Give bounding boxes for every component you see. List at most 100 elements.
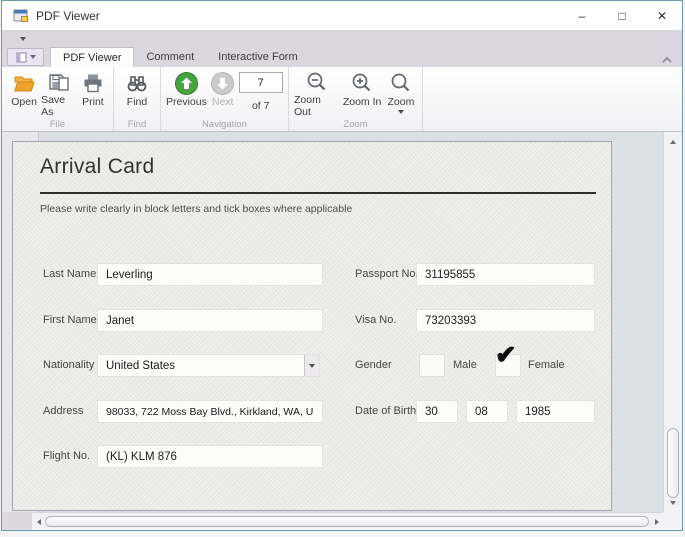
pdf-page: Arrival Card Please write clearly in blo… <box>12 141 612 511</box>
last-name-label: Last Name <box>43 264 96 285</box>
print-label: Print <box>82 96 104 108</box>
scroll-right-button[interactable] <box>650 514 663 530</box>
nationality-label: Nationality <box>43 355 94 376</box>
quick-access-toolbar <box>2 30 682 47</box>
ribbon-group-file: Open Save As <box>2 67 114 131</box>
visa-no-label: Visa No. <box>355 310 396 331</box>
tab-comment[interactable]: Comment <box>134 47 206 67</box>
page-navigation-editor: of 7 <box>237 70 284 112</box>
file-group-label: File <box>2 119 113 130</box>
flight-no-label: Flight No. <box>43 446 90 467</box>
horizontal-scrollbar-thumb[interactable] <box>45 516 649 527</box>
scroll-down-button[interactable] <box>664 495 682 510</box>
save-as-button[interactable]: Save As <box>41 70 76 117</box>
save-as-label: Save As <box>41 94 76 118</box>
page-number-input[interactable] <box>239 72 283 93</box>
zoom-group-label: Zoom <box>289 119 422 130</box>
binoculars-icon <box>124 70 150 96</box>
address-label: Address <box>43 401 83 422</box>
gender-male-label: Male <box>453 355 477 376</box>
open-button[interactable]: Open <box>9 70 39 117</box>
maximize-button[interactable]: □ <box>602 1 642 30</box>
page-count-label: of 7 <box>252 100 270 112</box>
zoom-out-icon <box>304 70 330 94</box>
chevron-up-icon <box>661 55 673 65</box>
zoom-out-button[interactable]: Zoom Out <box>294 70 339 117</box>
first-name-field[interactable] <box>98 310 322 331</box>
chevron-down-icon <box>20 37 26 41</box>
previous-button[interactable]: Previous <box>166 70 207 117</box>
horizontal-scrollbar[interactable] <box>32 512 663 530</box>
minimize-button[interactable]: – <box>562 1 602 30</box>
last-name-field[interactable] <box>98 264 322 285</box>
find-button[interactable]: Find <box>119 70 155 117</box>
chevron-down-icon <box>309 364 315 368</box>
find-group-label: Find <box>114 119 160 130</box>
nationality-dropdown-button[interactable] <box>304 355 319 376</box>
gender-female-label: Female <box>528 355 565 376</box>
passport-no-field[interactable] <box>417 264 594 285</box>
zoom-out-label: Zoom Out <box>294 94 339 118</box>
zoom-in-label: Zoom In <box>343 96 382 108</box>
arrow-down-circle-icon <box>210 70 236 96</box>
folder-open-icon <box>11 70 37 96</box>
print-button[interactable]: Print <box>78 70 108 117</box>
ribbon-group-navigation: Previous Next of 7 Navigation <box>161 67 289 131</box>
window-controls: – □ ✕ <box>562 1 682 30</box>
close-button[interactable]: ✕ <box>642 1 682 30</box>
qat-customize-button[interactable] <box>16 33 30 44</box>
gender-label: Gender <box>355 355 392 376</box>
ribbon-group-find: Find Find <box>114 67 161 131</box>
dob-month-field[interactable] <box>467 401 507 422</box>
scrollbar-corner-right <box>663 512 682 530</box>
previous-label: Previous <box>166 96 207 108</box>
checkmark-icon: ✔ <box>495 340 516 370</box>
dob-day-field[interactable] <box>417 401 457 422</box>
visa-no-field[interactable] <box>417 310 594 331</box>
chevron-down-icon <box>398 110 404 114</box>
nationality-combobox[interactable]: United States <box>98 355 319 376</box>
zoom-label: Zoom <box>388 96 415 108</box>
scroll-up-button[interactable] <box>664 134 682 149</box>
vertical-scrollbar[interactable] <box>663 132 682 512</box>
layout-icon <box>16 52 27 63</box>
date-of-birth-label: Date of Birth <box>355 401 416 422</box>
ribbon-toolbar: Open Save As <box>2 67 682 132</box>
next-button[interactable]: Next <box>209 70 237 117</box>
address-field[interactable] <box>98 401 322 422</box>
magnifier-icon <box>388 70 414 96</box>
find-label: Find <box>127 96 147 108</box>
dob-year-field[interactable] <box>517 401 594 422</box>
document-title: Arrival Card <box>40 155 154 179</box>
tab-interactive-form[interactable]: Interactive Form <box>206 47 309 67</box>
app-window-icon <box>13 8 29 24</box>
ribbon-application-button[interactable] <box>7 48 44 66</box>
nationality-value: United States <box>98 360 304 372</box>
next-label: Next <box>212 96 234 108</box>
document-viewer: Arrival Card Please write clearly in blo… <box>2 132 682 512</box>
title-bar: PDF Viewer – □ ✕ <box>2 1 682 30</box>
vertical-scrollbar-thumb[interactable] <box>667 428 679 498</box>
triangle-right-icon <box>655 519 659 525</box>
zoom-dropdown-button[interactable]: Zoom <box>385 70 417 117</box>
ribbon-collapse-button[interactable] <box>661 52 673 62</box>
flight-no-field[interactable] <box>98 446 322 467</box>
tab-pdf-viewer[interactable]: PDF Viewer <box>50 47 134 67</box>
triangle-down-icon <box>670 501 676 505</box>
ribbon-group-zoom: Zoom Out Zoom In <box>289 67 423 131</box>
navigation-group-label: Navigation <box>161 119 288 130</box>
document-subtitle: Please write clearly in block letters an… <box>40 203 352 215</box>
zoom-in-button[interactable]: Zoom In <box>341 70 383 117</box>
window: PDF Viewer – □ ✕ PDF Viewer Comment Inte… <box>1 0 683 531</box>
scroll-left-button[interactable] <box>32 514 45 530</box>
first-name-label: First Name <box>43 310 97 331</box>
open-label: Open <box>11 96 37 108</box>
gender-male-checkbox[interactable] <box>420 355 444 376</box>
save-as-icon <box>46 70 72 94</box>
ribbon-tabs: PDF Viewer Comment Interactive Form <box>50 47 310 67</box>
window-title: PDF Viewer <box>36 9 100 23</box>
arrow-up-circle-icon <box>173 70 199 96</box>
triangle-up-icon <box>670 140 676 144</box>
chevron-down-icon <box>30 55 36 59</box>
passport-no-label: Passport No. <box>355 264 419 285</box>
